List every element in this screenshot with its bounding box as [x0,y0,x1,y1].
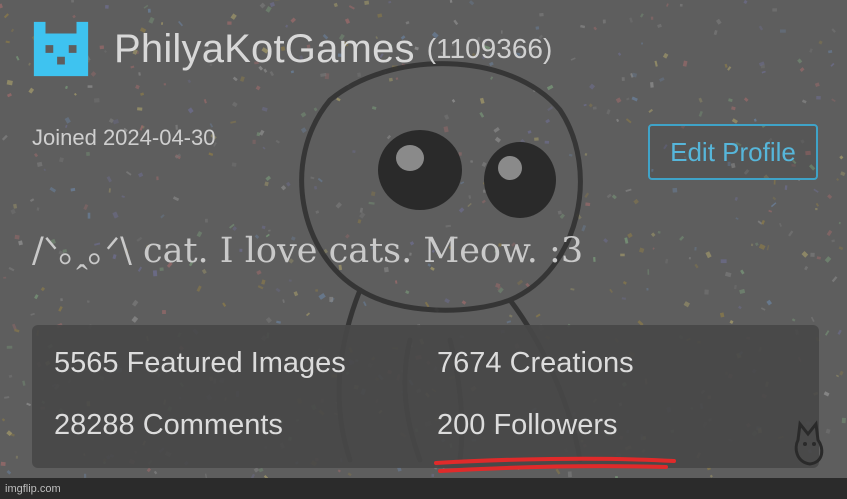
join-date: Joined 2024-04-30 [32,125,216,150]
stat-featured-images[interactable]: 5565 Featured Images [54,347,346,380]
profile-bio: /ᐠ｡ꞈ｡ᐟ\ cat. I love cats. Meow. :3 [32,231,584,271]
username: PhilyaKotGames [114,26,415,71]
profile-header: PhilyaKotGames (1109366) [30,18,552,80]
user-id: (1109366) [426,33,553,64]
stats-panel: 5565 Featured Images 7674 Creations 2828… [32,325,819,468]
pixel-cat-logo-icon [33,21,89,77]
watermark: imgflip.com [5,483,61,495]
profile-card: PhilyaKotGames (1109366) Joined 2024-04-… [0,0,847,478]
edit-profile-button[interactable]: Edit Profile [648,124,818,180]
stat-comments[interactable]: 28288 Comments [54,409,283,442]
red-underline-annotation [434,456,676,473]
cat-doodle-icon [794,420,824,466]
stat-followers[interactable]: 200 Followers [437,409,618,442]
stat-creations[interactable]: 7674 Creations [437,347,634,380]
